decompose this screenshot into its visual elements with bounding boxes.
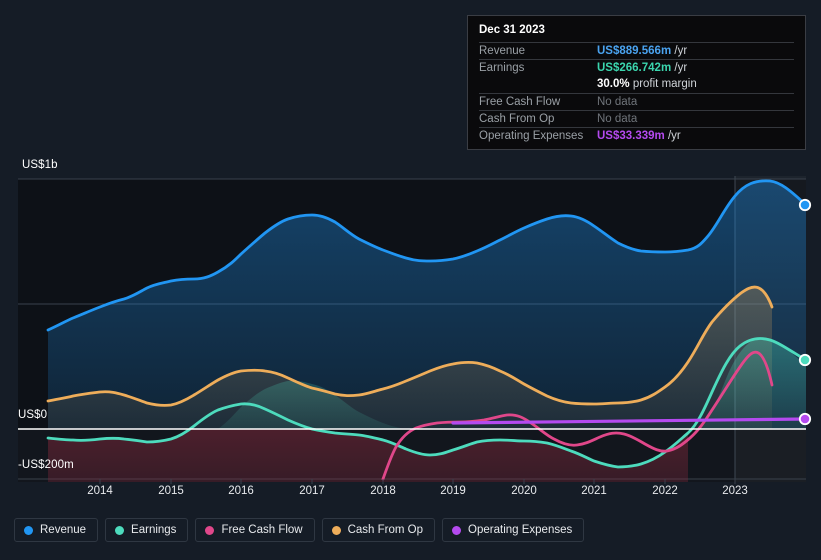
legend-dot-operating-expenses-icon: [452, 525, 462, 535]
tooltip-value-earnings: US$266.742m /yr: [597, 62, 687, 74]
x-axis-label-2017: 2017: [299, 485, 325, 497]
legend-label-free-cash-flow: Free Cash Flow: [221, 524, 303, 536]
tooltip-value-profit-margin: 30.0% profit margin: [597, 78, 697, 90]
legend-label-cash-from-op: Cash From Op: [347, 524, 424, 536]
operating-expenses-endpoint-marker: [798, 412, 812, 426]
tooltip-row-cash-from-op: Cash From Op No data: [479, 110, 794, 127]
tooltip-unit-revenue: /yr: [674, 45, 688, 57]
tooltip-amount-profit-margin: 30.0%: [597, 78, 630, 90]
tooltip-unit-profit-margin: profit margin: [632, 78, 697, 90]
tooltip-label-revenue: Revenue: [479, 45, 526, 57]
legend-item-revenue[interactable]: Revenue: [14, 518, 99, 542]
tooltip-label-operating-expenses: Operating Expenses: [479, 130, 584, 142]
revenue-endpoint-marker: [798, 198, 812, 212]
tooltip-row-revenue: Revenue US$889.566m /yr: [479, 42, 794, 59]
tooltip-row-earnings: Earnings US$266.742m /yr: [479, 59, 794, 76]
x-axis-label-2022: 2022: [652, 485, 678, 497]
x-axis-label-2016: 2016: [228, 485, 254, 497]
legend-dot-free-cash-flow-icon: [205, 525, 215, 535]
tooltip-value-cash-from-op: No data: [597, 113, 638, 125]
tooltip-value-revenue: US$889.566m /yr: [597, 45, 687, 57]
legend-dot-revenue-icon: [24, 525, 33, 535]
legend-dot-earnings-icon: [115, 525, 125, 535]
earnings-endpoint-marker: [798, 353, 812, 367]
tooltip-amount-earnings: US$266.742m: [597, 62, 672, 74]
tooltip-label-free-cash-flow: Free Cash Flow: [479, 96, 561, 108]
chart-legend: Revenue Earnings Free Cash Flow Cash Fro…: [14, 518, 585, 542]
legend-item-cash-from-op[interactable]: Cash From Op: [321, 518, 436, 542]
tooltip-value-free-cash-flow: No data: [597, 96, 638, 108]
tooltip-unit-operating-expenses: /yr: [667, 130, 681, 142]
legend-item-operating-expenses[interactable]: Operating Expenses: [442, 518, 585, 542]
x-axis-label-2014: 2014: [87, 485, 113, 497]
financial-chart-screenshot: US$1b US$0 -US$200m 2014 2015 2016 2017 …: [0, 0, 821, 560]
chart-tooltip: Dec 31 2023 Revenue US$889.566m /yr Earn…: [467, 15, 806, 150]
y-axis-label-bottom: -US$200m: [18, 459, 74, 471]
tooltip-unit-earnings: /yr: [674, 62, 688, 74]
tooltip-amount-operating-expenses: US$33.339m: [597, 130, 665, 142]
legend-dot-cash-from-op-icon: [331, 525, 341, 535]
x-axis-label-2019: 2019: [440, 485, 466, 497]
y-axis-label-zero: US$0: [18, 409, 48, 421]
tooltip-row-free-cash-flow: Free Cash Flow No data: [479, 93, 794, 110]
legend-label-revenue: Revenue: [40, 524, 87, 536]
y-axis-label-top: US$1b: [22, 159, 58, 171]
tooltip-row-operating-expenses: Operating Expenses US$33.339m /yr: [479, 127, 794, 144]
legend-label-operating-expenses: Operating Expenses: [468, 524, 573, 536]
tooltip-label-earnings: Earnings: [479, 62, 525, 74]
legend-item-free-cash-flow[interactable]: Free Cash Flow: [195, 518, 315, 542]
x-axis-label-2021: 2021: [581, 485, 607, 497]
legend-label-earnings: Earnings: [131, 524, 177, 536]
x-axis-label-2023: 2023: [722, 485, 748, 497]
tooltip-row-profit-margin: 30.0% profit margin: [479, 76, 794, 93]
x-axis-label-2018: 2018: [370, 485, 396, 497]
legend-item-earnings[interactable]: Earnings: [105, 518, 189, 542]
tooltip-label-cash-from-op: Cash From Op: [479, 113, 555, 125]
x-axis-label-2015: 2015: [158, 485, 184, 497]
tooltip-amount-revenue: US$889.566m: [597, 45, 672, 57]
x-axis-label-2020: 2020: [511, 485, 537, 497]
tooltip-value-operating-expenses: US$33.339m /yr: [597, 130, 681, 142]
tooltip-date: Dec 31 2023: [479, 24, 545, 36]
